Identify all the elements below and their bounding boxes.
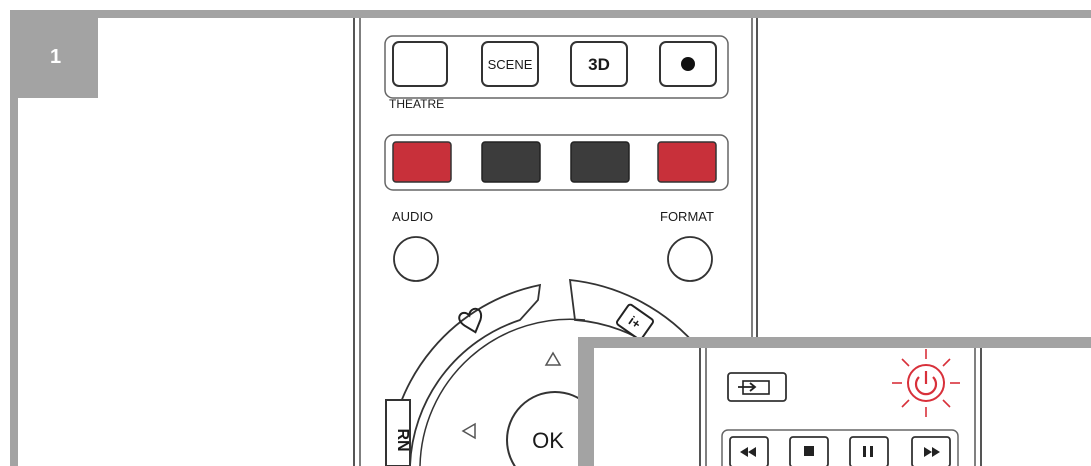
inset-panel: [578, 337, 1091, 466]
scene-button[interactable]: SCENE: [481, 41, 539, 87]
format-button[interactable]: [667, 236, 713, 282]
color-button-dark-2[interactable]: [570, 141, 630, 183]
up-arrow-icon[interactable]: [544, 351, 562, 366]
scene-label: SCENE: [488, 57, 533, 72]
record-dot-icon: [681, 57, 695, 71]
ok-label: OK: [532, 428, 564, 453]
3d-label: 3D: [588, 55, 610, 74]
pause-button[interactable]: [849, 436, 889, 466]
color-button-dark-1[interactable]: [481, 141, 541, 183]
stop-button[interactable]: [789, 436, 829, 466]
return-button[interactable]: RN: [385, 399, 411, 466]
audio-button[interactable]: [393, 236, 439, 282]
theatre-caption: THEATRE: [389, 97, 444, 111]
format-label: FORMAT: [660, 209, 714, 224]
3d-button[interactable]: 3D: [570, 41, 628, 87]
left-arrow-icon[interactable]: [461, 422, 476, 440]
source-button[interactable]: [727, 372, 787, 402]
color-button-red[interactable]: [392, 141, 452, 183]
audio-label: AUDIO: [392, 209, 433, 224]
theatre-button[interactable]: [392, 41, 448, 87]
color-button-red-2[interactable]: [657, 141, 717, 183]
pause-icon: [863, 446, 866, 457]
return-label: RN: [394, 428, 411, 451]
record-button[interactable]: [659, 41, 717, 87]
remote-illustration: THEATRE SCENE 3D AUDIO FORMAT i+ OK RN: [353, 18, 1091, 466]
stop-icon: [804, 446, 814, 456]
rewind-button[interactable]: [729, 436, 769, 466]
fast-forward-button[interactable]: [911, 436, 951, 466]
